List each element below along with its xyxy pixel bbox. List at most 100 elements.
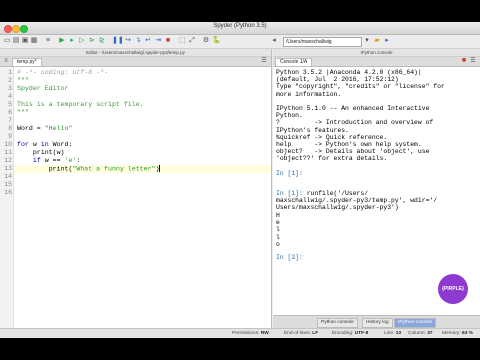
status-encoding: Encoding: UTF-8 — [332, 331, 369, 336]
line-number: 16 — [4, 189, 12, 196]
console-prompt: In [1]: — [276, 190, 307, 197]
line-number: 12 — [4, 157, 12, 164]
console-line: ? -> Introduction and overview of — [276, 119, 434, 127]
run-icon[interactable]: ▶ — [58, 37, 66, 45]
code-line: if w == 'e': — [17, 157, 81, 165]
console-line: 'object??' for extra details. — [276, 155, 388, 163]
status-eol: End-of-lines: LF — [284, 331, 319, 336]
editor-pane: Editor - /Users/maxschallwig/.spyder-py3… — [0, 49, 272, 328]
line-number: 9 — [8, 133, 12, 140]
console-line: In [1]: runfile('/Users/ — [276, 190, 368, 197]
code-line: This is a temporary script file. — [17, 101, 144, 108]
console-line: %quickref -> Quick reference. — [276, 133, 388, 141]
console-prompt: In [1]: — [276, 170, 307, 177]
status-bar: Permissions: RW End-of-lines: LF Encodin… — [0, 328, 480, 338]
code-token: Word = — [17, 125, 45, 132]
text-cursor — [159, 165, 161, 172]
console-tab-bar: Console 1/A ■ ☰ — [273, 57, 480, 67]
code-keyword: for — [17, 141, 29, 148]
tab-python-console[interactable]: Python console — [317, 318, 358, 328]
save-icon[interactable]: ▣ — [21, 37, 29, 45]
line-number: 2 — [8, 77, 12, 84]
code-token: w — [28, 141, 41, 148]
run-command: runfile('/Users/ — [306, 190, 369, 197]
spyder-window: Spyder (Python 3.5) ▭ ▤ ▣ ▦ ≡ ▶ ▸ ▷ ⊳ ⊵ … — [0, 22, 480, 338]
console-prompt: In [2]: — [276, 254, 307, 261]
console-line: In [1]: — [276, 170, 307, 177]
code-keyword: in — [40, 141, 49, 148]
editor-pane-header: Editor - /Users/maxschallwig/.spyder-py3… — [0, 49, 271, 57]
tab-ipython-console[interactable]: IPython console — [394, 318, 437, 328]
run-selection-icon[interactable]: ⊵ — [98, 37, 106, 45]
line-number: 3 — [8, 85, 12, 92]
console-line: object? -> Details about 'object', use — [276, 148, 430, 156]
code-line: """ — [17, 77, 29, 84]
console-output: e — [276, 219, 280, 227]
line-number: 10 — [4, 141, 12, 148]
console-output: l — [276, 226, 280, 234]
run-cell-advance-icon[interactable]: ⊳ — [88, 37, 96, 45]
folder-icon[interactable]: ▰ — [373, 37, 381, 45]
console-line: Python 3.5.2 |Anaconda 4.2.0 (x86_64)| — [276, 69, 422, 76]
tab-history-log[interactable]: History log — [362, 318, 393, 328]
code-token: : — [76, 157, 81, 164]
maximize-icon[interactable]: ⬚ — [178, 37, 186, 45]
code-line: print("What a funny letter") — [17, 165, 161, 173]
code-token: w == — [40, 157, 65, 164]
console-line: more information. — [276, 90, 342, 98]
line-number: 4 — [8, 93, 12, 100]
line-number: 8 — [8, 125, 12, 132]
console-line: Python. — [276, 112, 303, 120]
working-directory-input[interactable]: /Users/maxschallwig — [283, 37, 362, 47]
open-icon[interactable]: ▤ — [12, 37, 20, 45]
step-icon[interactable]: ↪ — [124, 37, 132, 45]
console-line: maxschallwig/.spyder-py3/temp.py', wdir=… — [276, 197, 438, 205]
editor-options-icon[interactable]: ☰ — [260, 57, 268, 65]
continue-icon[interactable]: ⇥ — [154, 37, 162, 45]
console-line: Users/maxschallwig/.spyder-py3') — [276, 204, 399, 212]
console-line: Type "copyright", "credits" or "license"… — [276, 83, 445, 91]
fullscreen-icon[interactable]: ⤢ — [188, 37, 196, 45]
code-line: print(w) — [17, 149, 65, 156]
console-line: (default, Jul 2 2016, 17:52:12) — [276, 76, 399, 84]
browse-tabs-icon[interactable]: ≡ — [2, 57, 10, 65]
console-options-icon[interactable]: ☰ — [469, 57, 477, 65]
python-path-icon[interactable]: 🐍 — [212, 37, 221, 45]
options-icon[interactable]: ≡ — [44, 37, 52, 45]
code-token: print( — [17, 165, 73, 173]
run-cell-icon[interactable]: ▷ — [78, 37, 86, 45]
console-pane-header: IPython console — [273, 49, 480, 57]
console-output: o — [276, 240, 280, 248]
chevron-down-icon[interactable]: ▾ — [363, 37, 371, 45]
new-file-icon[interactable]: ▭ — [3, 37, 11, 45]
step-return-icon[interactable]: ↵ — [144, 37, 152, 45]
title-bar: Spyder (Python 3.5) — [0, 22, 480, 35]
code-line: """ — [17, 109, 29, 116]
tab-temp-py[interactable]: temp.py* — [12, 58, 42, 66]
line-number: 15 — [4, 181, 12, 188]
code-string: "What a funny letter" — [72, 165, 156, 173]
run-file-icon[interactable]: ▸ — [68, 37, 76, 45]
code-line: # -*- coding: utf-8 -*- — [17, 69, 109, 76]
debug-icon[interactable]: ❚❚ — [112, 37, 124, 45]
save-all-icon[interactable]: ▦ — [30, 37, 38, 45]
tab-console-1a[interactable]: Console 1/A — [275, 58, 313, 66]
stop-icon[interactable]: ■ — [164, 37, 172, 45]
forward-icon[interactable]: ▸ — [383, 37, 391, 45]
status-column: Column: 37 — [408, 331, 433, 336]
code-editor[interactable]: 1 2 3 4 5 6 7 8 9 10 11 12 13 14 15 16 #… — [0, 67, 271, 328]
code-line: Spyder Editor — [17, 85, 69, 92]
code-token: Word: — [48, 141, 73, 148]
line-number: 1 — [8, 69, 12, 76]
line-number: 13 — [4, 165, 12, 172]
line-number-gutter: 1 2 3 4 5 6 7 8 9 10 11 12 13 14 15 16 — [0, 67, 14, 328]
code-line: Word = "Hello" — [17, 125, 72, 133]
console-line: In [2]: — [276, 254, 307, 261]
pirple-logo-badge: {PIRPLE} — [438, 274, 468, 304]
console-line: help -> Python's own help system. — [276, 141, 422, 148]
step-into-icon[interactable]: ↴ — [134, 37, 142, 45]
back-icon[interactable]: ◂ — [270, 37, 278, 45]
preferences-icon[interactable]: ⚙ — [202, 37, 210, 45]
video-frame: { "window": {"title": "Spyder (Python 3.… — [0, 0, 480, 360]
interrupt-icon[interactable]: ■ — [460, 57, 468, 65]
